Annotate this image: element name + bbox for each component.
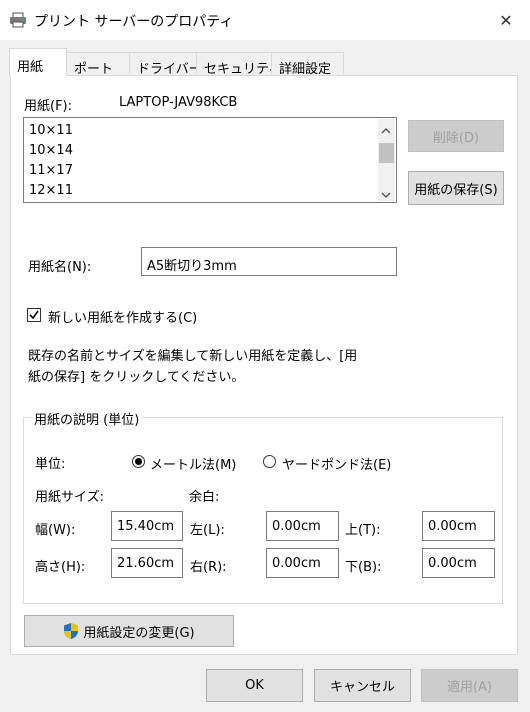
- forms-listbox[interactable]: 10×11 10×14 11×17 12×11: [23, 117, 397, 203]
- bottom-margin-label: 下(B):: [345, 560, 382, 575]
- close-button[interactable]: ✕: [486, 4, 526, 36]
- metric-radio[interactable]: [132, 455, 145, 468]
- form-name-input[interactable]: A5断切り3mm: [141, 247, 397, 276]
- top-margin-label: 上(T):: [345, 523, 381, 538]
- width-input[interactable]: 15.40cm: [111, 511, 183, 541]
- server-name: LAPTOP-JAV98KCB: [119, 95, 238, 110]
- title-bar: プリント サーバーのプロパティ ✕: [0, 0, 530, 40]
- form-name-label: 用紙名(N):: [28, 260, 92, 275]
- bottom-margin-input[interactable]: 0.00cm: [422, 548, 495, 578]
- list-item[interactable]: 10×11: [29, 123, 73, 138]
- scroll-thumb[interactable]: [379, 143, 394, 163]
- uac-shield-icon: [63, 622, 79, 640]
- tab-drivers[interactable]: ドライバー: [129, 52, 202, 77]
- tab-security[interactable]: セキュリティ: [196, 52, 281, 77]
- ok-button[interactable]: OK: [206, 669, 303, 702]
- right-margin-label: 右(R):: [190, 560, 227, 575]
- apply-button[interactable]: 適用(A): [421, 669, 518, 702]
- save-form-button[interactable]: 用紙の保存(S): [408, 171, 504, 205]
- list-item[interactable]: 12×11: [29, 183, 73, 198]
- margins-label: 余白:: [189, 490, 220, 505]
- cancel-button[interactable]: キャンセル: [314, 669, 411, 702]
- description-line-1: 既存の名前とサイズを編集して新しい用紙を定義し、[用: [28, 349, 358, 364]
- width-label: 幅(W):: [35, 523, 76, 538]
- scroll-down-icon[interactable]: [381, 188, 391, 203]
- group-title: 用紙の説明 (単位): [31, 409, 143, 428]
- left-margin-label: 左(L):: [190, 523, 225, 538]
- height-label: 高さ(H):: [35, 560, 86, 575]
- tab-ports[interactable]: ポート: [66, 52, 130, 77]
- close-icon: ✕: [499, 10, 513, 30]
- tab-advanced[interactable]: 詳細設定: [271, 52, 344, 77]
- change-form-settings-button[interactable]: 用紙設定の変更(G): [24, 615, 234, 647]
- delete-button[interactable]: 削除(D): [408, 120, 504, 152]
- unit-label: 単位:: [35, 457, 66, 472]
- create-new-form-checkbox[interactable]: [27, 308, 41, 322]
- left-margin-input[interactable]: 0.00cm: [266, 511, 339, 541]
- top-margin-input[interactable]: 0.00cm: [422, 511, 495, 541]
- printer-icon: [9, 12, 27, 28]
- window-title: プリント サーバーのプロパティ: [34, 14, 234, 30]
- height-input[interactable]: 21.60cm: [111, 548, 183, 578]
- paper-size-label: 用紙サイズ:: [35, 490, 104, 505]
- tab-forms[interactable]: 用紙: [9, 48, 67, 76]
- list-item[interactable]: 11×17: [29, 163, 73, 178]
- english-label: ヤードポンド法(E): [282, 458, 392, 473]
- list-item[interactable]: 10×14: [29, 143, 73, 158]
- english-radio[interactable]: [263, 455, 276, 468]
- vertical-scrollbar[interactable]: [378, 119, 395, 201]
- checkmark-icon: [29, 310, 39, 320]
- description-line-2: 紙の保存] をクリックしてください。: [28, 370, 245, 385]
- metric-label: メートル法(M): [150, 458, 237, 473]
- forms-label: 用紙(F):: [24, 99, 73, 114]
- create-new-form-label: 新しい用紙を作成する(C): [48, 311, 198, 326]
- right-margin-input[interactable]: 0.00cm: [266, 548, 339, 578]
- scroll-up-icon[interactable]: [381, 123, 391, 138]
